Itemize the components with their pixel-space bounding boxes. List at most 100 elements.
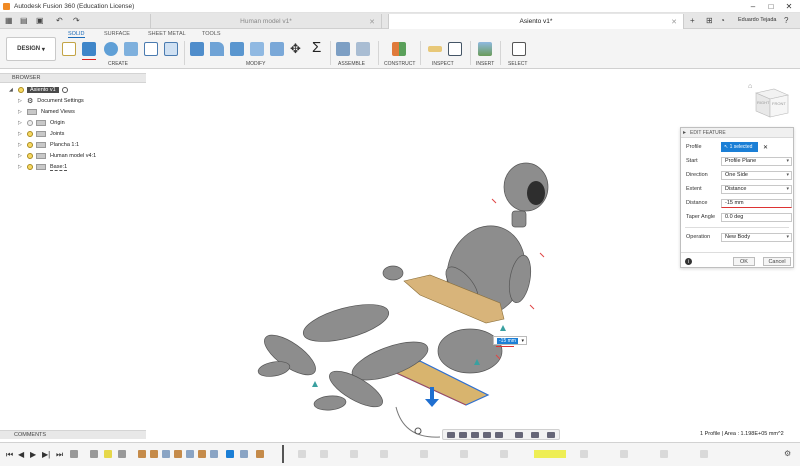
notifications-icon[interactable]: ◔	[720, 16, 725, 25]
close-button[interactable]: ✕	[780, 0, 798, 13]
cancel-button[interactable]: Cancel	[763, 257, 791, 266]
inline-distance-input[interactable]: -15 mm ▾	[493, 336, 527, 345]
new-tab-icon[interactable]: +	[690, 16, 695, 25]
visibility-bulb-icon[interactable]	[18, 87, 24, 93]
expand-icon[interactable]: ▷	[18, 120, 24, 126]
direction-dropdown[interactable]: One Side ▾	[721, 170, 792, 180]
revolve-icon[interactable]	[104, 42, 118, 56]
redo-icon[interactable]: ↷	[73, 16, 80, 25]
measure-icon[interactable]	[428, 46, 442, 52]
expand-icon[interactable]: ▷	[18, 164, 24, 170]
chamfer-icon[interactable]	[230, 42, 244, 56]
browser-item-plancha[interactable]: ▷ Plancha 1:1	[18, 140, 79, 150]
expand-icon[interactable]: ▷	[18, 109, 24, 115]
workspace-switcher-button[interactable]: DESIGN ▾	[6, 37, 56, 61]
offset-plane-icon[interactable]	[392, 42, 406, 56]
timeline-feature-icon[interactable]	[210, 450, 218, 458]
extensions-icon[interactable]: ⊞	[706, 16, 713, 25]
timeline-feature-icon[interactable]	[150, 450, 158, 458]
viewports-icon[interactable]	[547, 432, 555, 438]
group-modify-label[interactable]: MODIFY	[246, 61, 265, 67]
tab-human-model[interactable]: Human model v1* ✕	[150, 14, 382, 29]
close-tab-icon[interactable]: ✕	[671, 18, 677, 26]
combine-icon[interactable]	[270, 42, 284, 56]
compute-icon[interactable]: Σ	[312, 39, 321, 56]
browser-item-named-views[interactable]: ▷ Named Views	[18, 107, 75, 117]
expand-icon[interactable]: ▷	[18, 142, 24, 148]
info-icon[interactable]: i	[685, 258, 692, 265]
timeline-feature-icon[interactable]	[620, 450, 628, 458]
ok-button[interactable]: OK	[733, 257, 755, 266]
timeline-feature-icon[interactable]	[350, 450, 358, 458]
edit-feature-header[interactable]: EDIT FEATURE	[681, 128, 793, 138]
section-analysis-icon[interactable]	[448, 42, 462, 56]
activate-radio-icon[interactable]	[61, 87, 68, 93]
timeline-feature-icon[interactable]	[138, 450, 146, 458]
timeline-feature-icon[interactable]	[298, 450, 306, 458]
save-icon[interactable]: ▣	[36, 16, 44, 25]
expand-icon[interactable]: ▷	[18, 98, 24, 104]
pan-icon[interactable]	[471, 432, 479, 438]
home-view-icon[interactable]: ⌂	[748, 83, 752, 90]
timeline-feature-icon[interactable]	[380, 450, 388, 458]
timeline-feature-icon[interactable]	[186, 450, 194, 458]
file-menu-icon[interactable]: ▤	[20, 16, 28, 25]
browser-item-origin[interactable]: ▷ Origin	[18, 118, 65, 128]
chevron-down-icon[interactable]: ▾	[521, 338, 524, 344]
browser-item-root[interactable]: ◢ Asiento v1	[9, 85, 68, 95]
timeline-highlight-group[interactable]	[534, 450, 566, 458]
timeline-feature-icon[interactable]	[198, 450, 206, 458]
timeline-feature-icon[interactable]	[580, 450, 588, 458]
tab-asiento[interactable]: Asiento v1* ✕	[388, 14, 684, 29]
timeline-feature-icon[interactable]	[162, 450, 170, 458]
press-pull-icon[interactable]	[190, 42, 204, 56]
go-to-end-icon[interactable]: ⏭	[56, 450, 63, 460]
browser-header[interactable]: BROWSER	[0, 73, 146, 83]
timeline-feature-icon[interactable]	[256, 450, 264, 458]
view-cube-front-label[interactable]: FRONT	[772, 101, 786, 106]
extent-dropdown[interactable]: Distance ▾	[721, 184, 792, 194]
view-cube-right-label[interactable]: RIGHT	[757, 100, 769, 105]
joint-icon[interactable]	[356, 42, 370, 56]
browser-item-joints[interactable]: ▷ Joints	[18, 129, 64, 139]
extrude-icon[interactable]	[82, 42, 96, 56]
timeline-feature-icon[interactable]	[700, 450, 708, 458]
close-tab-icon[interactable]: ✕	[369, 18, 375, 26]
timeline-feature-icon[interactable]	[118, 450, 126, 458]
timeline-feature-icon[interactable]	[104, 450, 112, 458]
collapse-icon[interactable]: ◢	[9, 87, 15, 93]
group-inspect-label[interactable]: INSPECT	[432, 61, 454, 67]
visibility-bulb-icon[interactable]	[27, 164, 33, 170]
expand-icon[interactable]: ▷	[18, 131, 24, 137]
undo-icon[interactable]: ↶	[56, 16, 63, 25]
timeline-feature-icon[interactable]	[320, 450, 328, 458]
timeline-feature-icon[interactable]	[460, 450, 468, 458]
start-dropdown[interactable]: Profile Plane ▾	[721, 156, 792, 166]
clear-selection-icon[interactable]: ✕	[763, 144, 768, 151]
maximize-button[interactable]: □	[762, 0, 780, 13]
timeline-marker[interactable]	[282, 445, 284, 463]
play-icon[interactable]: ▶	[30, 450, 36, 459]
group-assemble-label[interactable]: ASSEMBLE	[338, 61, 365, 67]
new-component-icon[interactable]	[336, 42, 350, 56]
visibility-bulb-icon[interactable]	[27, 120, 33, 126]
pattern-icon[interactable]	[144, 42, 158, 56]
step-back-icon[interactable]: ◀	[18, 450, 24, 459]
distance-input[interactable]: -15 mm	[721, 198, 792, 208]
group-create-label[interactable]: CREATE	[108, 61, 128, 67]
tab-solid[interactable]: SOLID	[68, 31, 85, 38]
sweep-icon[interactable]	[124, 42, 138, 56]
look-at-icon[interactable]	[459, 432, 467, 438]
timeline-feature-icon[interactable]	[240, 450, 248, 458]
group-select-label[interactable]: SELECT	[508, 61, 527, 67]
timeline-feature-icon[interactable]	[500, 450, 508, 458]
tab-sheet-metal[interactable]: SHEET METAL	[148, 31, 186, 37]
fillet-icon[interactable]	[210, 42, 224, 56]
help-icon[interactable]: ?	[784, 16, 788, 25]
timeline-feature-icon[interactable]	[90, 450, 98, 458]
comments-panel-header[interactable]: COMMENTS	[0, 430, 146, 439]
visibility-bulb-icon[interactable]	[27, 153, 33, 159]
fit-icon[interactable]	[495, 432, 503, 438]
browser-item-base[interactable]: ▷ Base:1	[18, 162, 68, 172]
step-forward-icon[interactable]: ▶|	[42, 450, 50, 459]
